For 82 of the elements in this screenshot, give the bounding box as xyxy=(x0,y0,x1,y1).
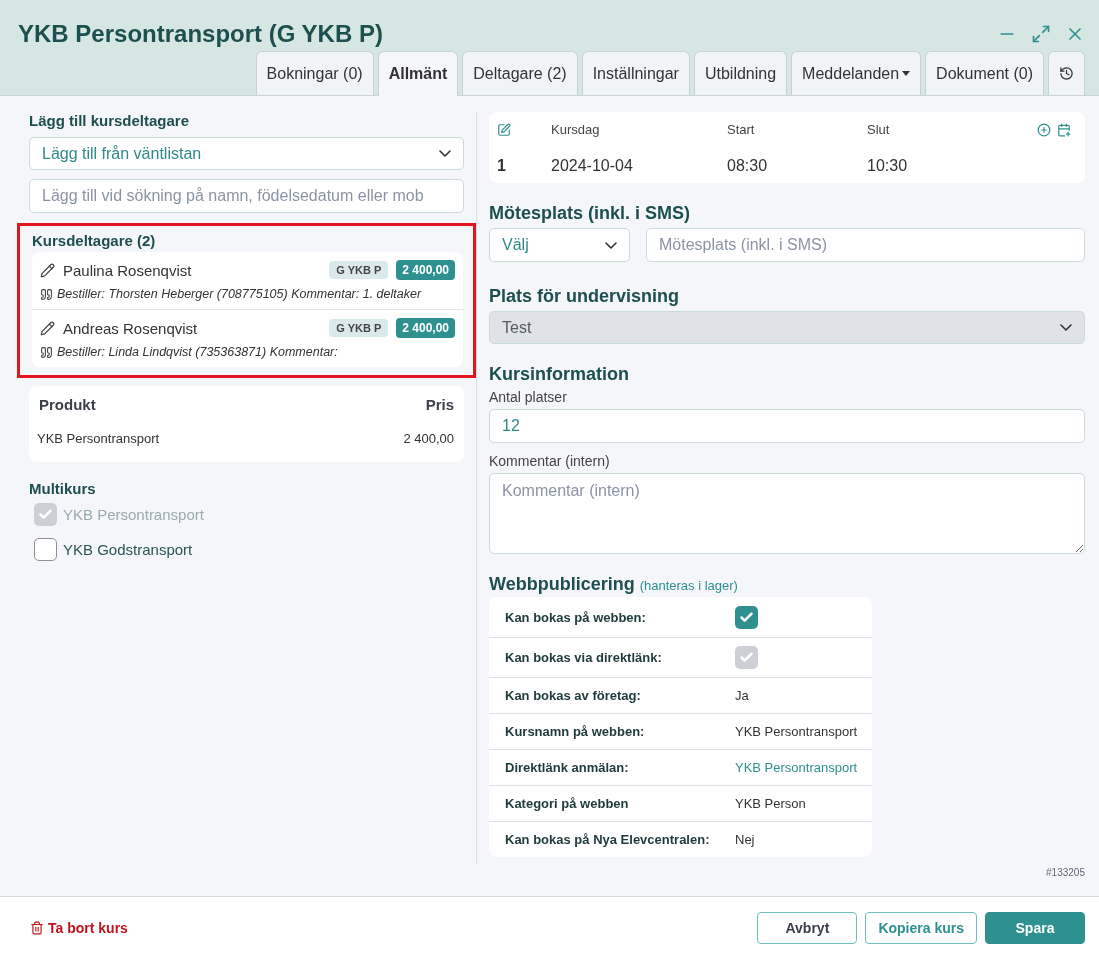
field-value: Ja xyxy=(735,688,750,703)
delete-course-button[interactable]: Ta bort kurs xyxy=(30,919,128,936)
field-label: Kategori på webben xyxy=(505,796,630,811)
table-cell-text: 10:30 xyxy=(867,157,909,175)
field-label: Kommentar (intern) xyxy=(489,453,611,469)
check-icon xyxy=(38,507,53,522)
quote-icon xyxy=(40,287,53,301)
checkbox[interactable] xyxy=(34,538,57,561)
footer-button[interactable]: Spara xyxy=(985,911,1085,944)
column-header: Slut xyxy=(867,122,891,137)
field-label: Direktlänk anmälan: xyxy=(505,760,630,775)
checkbox-label: YKB Persontransport xyxy=(63,506,204,523)
tab[interactable]: Utbildning xyxy=(693,51,788,95)
meeting-place-field[interactable]: Mötesplats (inkl. i SMS) xyxy=(646,228,1085,262)
pencil-icon[interactable] xyxy=(40,262,55,278)
section-heading: Kursdeltagare (2) xyxy=(32,232,157,249)
column-header: Kursdag xyxy=(551,122,601,137)
table-cell-text: 08:30 xyxy=(727,157,769,175)
calendar-add-icon[interactable] xyxy=(1057,122,1071,137)
table-cell: YKB Persontransport xyxy=(37,431,160,446)
quote-icon xyxy=(40,345,53,359)
price-tag: 2 400,00 xyxy=(396,260,455,280)
place-select[interactable]: Välj xyxy=(489,228,630,262)
field-value: YKB Person xyxy=(735,796,807,811)
pencil-icon[interactable] xyxy=(40,320,55,336)
column-header: Pris xyxy=(425,396,454,413)
section-heading: Lägg till kursdeltagare xyxy=(29,112,191,129)
checkbox[interactable] xyxy=(735,605,758,629)
section-heading: Multikurs xyxy=(29,480,97,497)
field-label: Kan bokas på webben: xyxy=(505,609,647,625)
comment-field[interactable]: Kommentar (intern) xyxy=(489,473,1085,554)
tab[interactable]: Bokningar (0) xyxy=(255,51,374,95)
chevron-down-icon xyxy=(605,241,617,249)
maximize-icon[interactable] xyxy=(1031,24,1051,44)
field-label: Antal platser xyxy=(489,389,568,405)
participant-name[interactable]: Paulina Rosenqvist xyxy=(63,261,322,279)
checkbox-label: YKB Godstransport xyxy=(63,541,193,558)
column-header: Start xyxy=(727,122,756,137)
row-number: 1 xyxy=(497,157,507,175)
table-cell-text: 2024-10-04 xyxy=(551,157,634,175)
note: (hanteras i lager) xyxy=(639,578,738,593)
check-icon xyxy=(739,609,754,625)
course-code: G YKB P xyxy=(329,319,389,337)
footer-button[interactable]: Avbryt xyxy=(757,911,858,944)
section-heading: Plats för undervisning xyxy=(489,286,681,307)
participant-name[interactable]: Andreas Rosenqvist xyxy=(63,319,322,337)
section-heading: Kursinformation xyxy=(489,364,630,385)
footer-button[interactable]: Kopiera kurs xyxy=(865,911,977,944)
tab[interactable]: Dokument (0) xyxy=(925,51,1044,95)
table-cell: 2 400,00 xyxy=(403,431,454,446)
field-label: Kan bokas på Nya Elevcentralen: xyxy=(505,832,711,847)
field-label: Kursnamn på webben: xyxy=(505,724,646,739)
search-field[interactable]: Lägg till vid sökning på namn, födelsedatum eller mob xyxy=(29,179,464,213)
chevron-down-icon xyxy=(439,150,451,157)
tab[interactable]: Meddelanden xyxy=(791,51,922,95)
tab[interactable]: Deltagare (2) xyxy=(462,51,578,95)
caret-icon xyxy=(902,71,911,76)
participant-details: Bestiller: Linda Lindqvist (735363871) Kommentar: xyxy=(57,345,338,359)
course-code: G YKB P xyxy=(329,261,389,279)
field-value: Nej xyxy=(735,832,756,847)
section-heading: Mötesplats (inkl. i SMS) xyxy=(489,203,692,224)
waitlist-select[interactable]: Lägg till från väntlistan xyxy=(29,137,464,170)
price-tag: 2 400,00 xyxy=(396,318,455,338)
tab[interactable]: Inställningar xyxy=(581,51,690,95)
trash-icon xyxy=(30,920,44,935)
window-title: YKB Persontransport (G YKB P) xyxy=(18,20,383,48)
column-header: Produkt xyxy=(38,396,97,413)
tab[interactable] xyxy=(1048,51,1085,95)
field-label: Kan bokas av företag: xyxy=(505,688,642,703)
tab[interactable]: Allmänt xyxy=(377,51,459,96)
check-icon xyxy=(739,650,754,665)
field-label: Kan bokas via direktlänk: xyxy=(505,650,663,665)
section-heading: Webbpublicering xyxy=(489,574,635,595)
add-icon[interactable] xyxy=(1037,122,1051,137)
record-id: #133205 xyxy=(1046,867,1085,878)
chevron-down-icon xyxy=(1060,324,1072,331)
history-icon xyxy=(1059,66,1074,81)
field-value: YKB Persontransport xyxy=(735,724,859,739)
seats-field[interactable]: 12 xyxy=(489,409,1085,443)
participant-details: Bestiller: Thorsten Heberger (708775105) Kommentar: 1. deltaker xyxy=(57,287,422,301)
edit-icon[interactable] xyxy=(497,122,511,137)
link[interactable]: YKB Persontransport xyxy=(735,760,864,775)
